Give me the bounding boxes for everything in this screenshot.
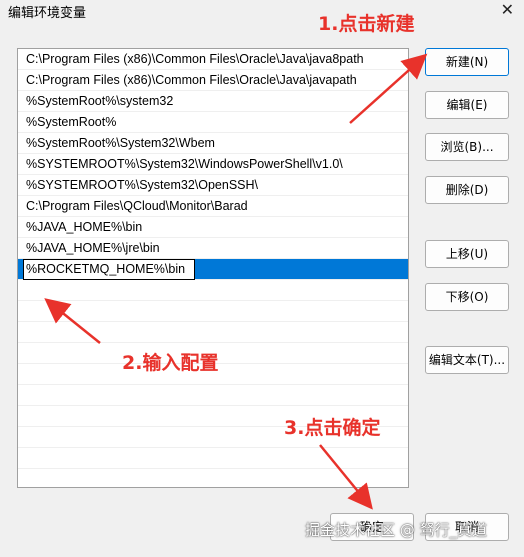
annotation-step3: 3.点击确定: [284, 417, 381, 439]
arrow-to-ok: [319, 444, 373, 510]
annotation-arrows: [44, 53, 428, 510]
arrow-to-new: [349, 53, 428, 124]
annotation-step2: 2.输入配置: [122, 352, 219, 374]
annotation-step1: 1.点击新建: [318, 13, 415, 35]
arrow-to-input: [44, 298, 101, 344]
watermark: 掘金技术社区 @ 驽行_真道: [305, 521, 488, 539]
